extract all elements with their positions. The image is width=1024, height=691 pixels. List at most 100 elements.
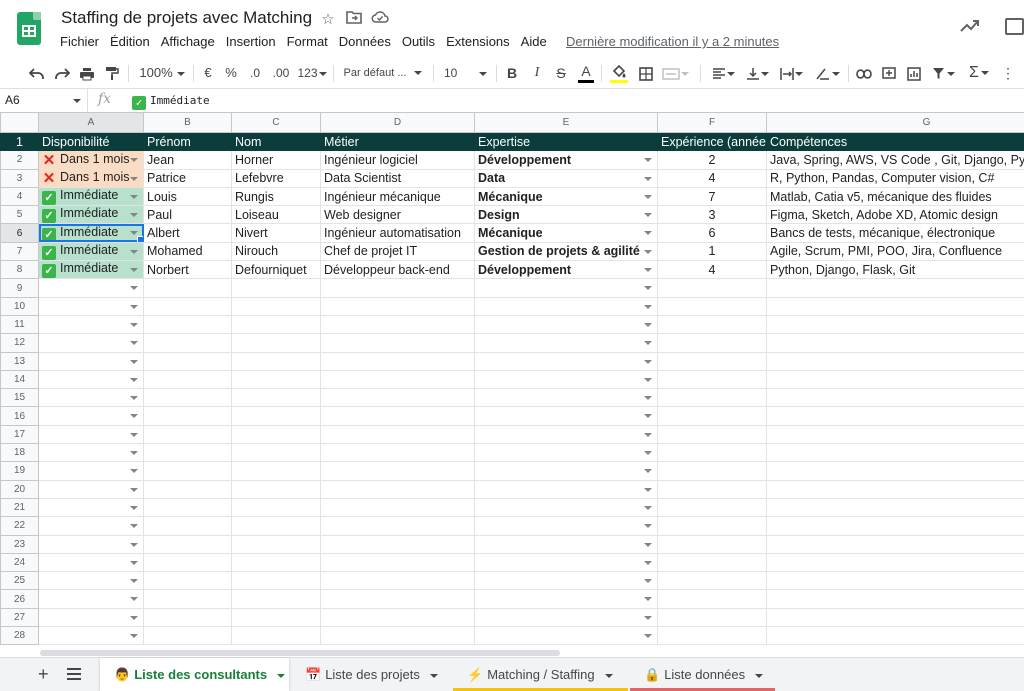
dropdown-arrow-icon[interactable] [644, 487, 652, 492]
cell-c8[interactable]: Defourniquet [231, 260, 321, 280]
cell-a13[interactable] [38, 351, 144, 371]
cell-d26[interactable] [320, 589, 475, 609]
cell-f21[interactable] [657, 497, 767, 518]
cell-e21[interactable] [474, 497, 658, 518]
cell-d22[interactable] [320, 516, 475, 536]
cell-f26[interactable] [657, 589, 767, 609]
cell-c3[interactable]: Lefebvre [231, 168, 321, 188]
cell-c27[interactable] [231, 607, 321, 628]
row-number-13[interactable]: 13 [0, 351, 39, 371]
cell-c5[interactable]: Loiseau [231, 205, 321, 225]
cloud-saved-icon[interactable] [371, 10, 389, 28]
dropdown-arrow-icon[interactable] [130, 469, 138, 474]
fill-color-icon[interactable] [608, 58, 630, 88]
cell-e13[interactable] [474, 351, 658, 371]
cell-f11[interactable] [657, 314, 767, 335]
dropdown-arrow-icon[interactable] [130, 231, 138, 236]
cell-c4[interactable]: Rungis [231, 186, 321, 207]
cell-c20[interactable] [231, 479, 321, 499]
cell-g6[interactable]: Bancs de tests, mécanique, électronique [766, 223, 1024, 243]
cell-a20[interactable] [38, 479, 144, 499]
column-header-a[interactable]: A [38, 112, 144, 133]
cell-f3[interactable]: 4 [657, 168, 767, 188]
dropdown-arrow-icon[interactable] [130, 359, 138, 364]
cell-c25[interactable] [231, 571, 321, 591]
cell-d11[interactable] [320, 314, 475, 335]
cell-a2[interactable]: ✕ Dans 1 mois [38, 150, 144, 170]
dropdown-arrow-icon[interactable] [644, 268, 652, 273]
sheet-tab-2[interactable]: ⚡ Matching / Staffing [453, 658, 628, 691]
sheet-menu-caret-icon[interactable] [604, 673, 613, 678]
cell-d12[interactable] [320, 333, 475, 353]
column-title-a[interactable]: Disponibilité [38, 131, 144, 152]
insert-comment-icon[interactable] [878, 58, 900, 88]
cell-g21[interactable] [766, 497, 1024, 518]
cell-e18[interactable] [474, 443, 658, 463]
dropdown-arrow-icon[interactable] [130, 268, 138, 273]
sheet-menu-caret-icon[interactable] [277, 673, 286, 678]
more-options-icon[interactable]: ⋮ [1000, 58, 1016, 88]
dropdown-arrow-icon[interactable] [130, 597, 138, 602]
cell-a24[interactable] [38, 552, 144, 573]
column-header-f[interactable]: F [657, 112, 767, 133]
cell-c17[interactable] [231, 424, 321, 445]
cell-a28[interactable] [38, 626, 144, 646]
cell-e9[interactable] [474, 278, 658, 298]
menu-0[interactable]: Fichier [60, 34, 99, 52]
dropdown-arrow-icon[interactable] [130, 542, 138, 547]
cell-g19[interactable] [766, 461, 1024, 481]
cell-e22[interactable] [474, 516, 658, 536]
dropdown-arrow-icon[interactable] [130, 377, 138, 382]
column-title-b[interactable]: Prénom [143, 131, 232, 152]
sheet-tab-0[interactable]: 👨 Liste des consultants [100, 658, 289, 691]
move-folder-icon[interactable] [345, 10, 363, 28]
cell-a26[interactable] [38, 589, 144, 609]
cell-f22[interactable] [657, 516, 767, 536]
dropdown-arrow-icon[interactable] [644, 359, 652, 364]
star-icon[interactable]: ☆ [319, 10, 337, 28]
cell-c12[interactable] [231, 333, 321, 353]
cell-g4[interactable]: Matlab, Catia v5, mécanique des fluides [766, 186, 1024, 207]
cell-b22[interactable] [143, 516, 232, 536]
cell-g15[interactable] [766, 388, 1024, 408]
cell-a4[interactable]: ✓ Immédiate [38, 186, 144, 207]
cell-d9[interactable] [320, 278, 475, 298]
cell-f16[interactable] [657, 406, 767, 426]
menu-4[interactable]: Format [287, 34, 328, 52]
cell-g17[interactable] [766, 424, 1024, 445]
dropdown-arrow-icon[interactable] [644, 524, 652, 529]
cell-e24[interactable] [474, 552, 658, 573]
cell-g16[interactable] [766, 406, 1024, 426]
cell-g13[interactable] [766, 351, 1024, 371]
cell-a12[interactable] [38, 333, 144, 353]
cell-g12[interactable] [766, 333, 1024, 353]
text-wrapping-icon[interactable] [776, 58, 806, 88]
cell-b20[interactable] [143, 479, 232, 499]
menu-6[interactable]: Outils [402, 34, 435, 52]
dropdown-arrow-icon[interactable] [130, 560, 138, 565]
paint-format-icon[interactable] [101, 58, 123, 88]
row-number-1[interactable]: 1 [0, 131, 39, 152]
row-number-15[interactable]: 15 [0, 388, 39, 408]
strikethrough-button[interactable]: S [552, 58, 570, 88]
cell-b2[interactable]: Jean [143, 150, 232, 170]
cell-a19[interactable] [38, 461, 144, 481]
cell-c13[interactable] [231, 351, 321, 371]
cell-d8[interactable]: Développeur back-end [320, 260, 475, 280]
row-number-14[interactable]: 14 [0, 369, 39, 390]
row-number-19[interactable]: 19 [0, 461, 39, 481]
menu-8[interactable]: Aide [521, 34, 547, 52]
cell-c2[interactable]: Horner [231, 150, 321, 170]
dropdown-arrow-icon[interactable] [130, 304, 138, 309]
column-title-g[interactable]: Compétences [766, 131, 1024, 152]
dropdown-arrow-icon[interactable] [130, 286, 138, 291]
menu-5[interactable]: Données [339, 34, 391, 52]
currency-format-button[interactable]: € [199, 58, 217, 88]
cell-c19[interactable] [231, 461, 321, 481]
cell-b14[interactable] [143, 369, 232, 390]
cell-g20[interactable] [766, 479, 1024, 499]
row-number-5[interactable]: 5 [0, 205, 39, 225]
dropdown-arrow-icon[interactable] [644, 451, 652, 456]
cell-f23[interactable] [657, 534, 767, 554]
cell-d18[interactable] [320, 443, 475, 463]
